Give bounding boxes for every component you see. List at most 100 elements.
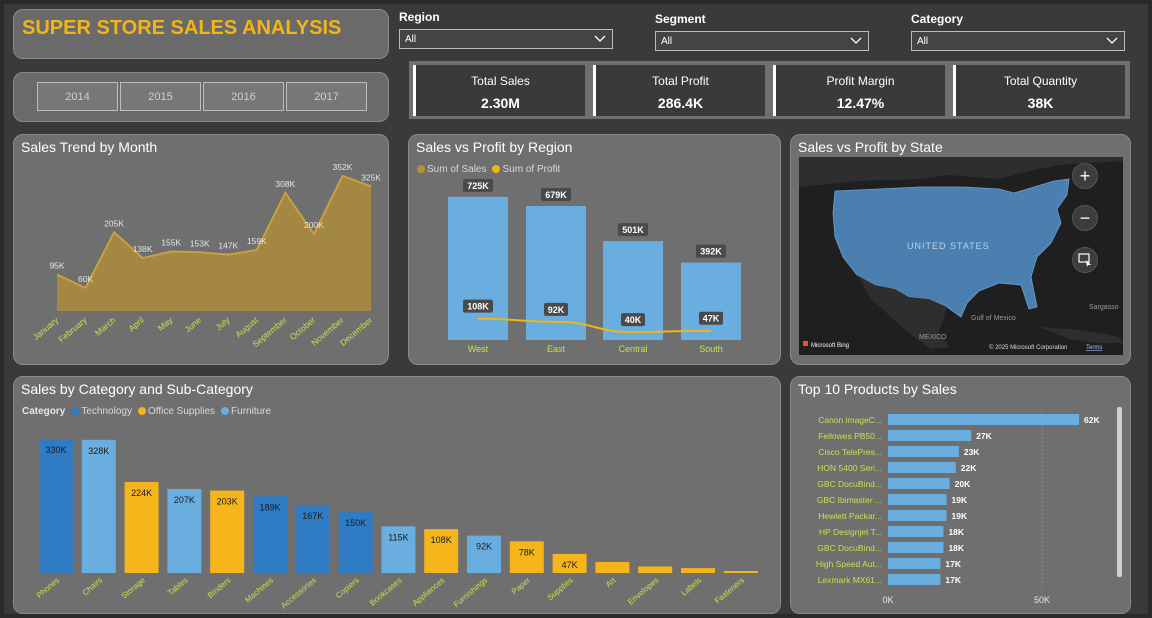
- category-axis-label: Accessories: [279, 576, 318, 611]
- category-dropdown[interactable]: All: [911, 31, 1125, 51]
- category-chart: 330K Phones 328K Chairs 224K Storage 207K Table…: [35, 439, 758, 611]
- top10-bar: [888, 478, 950, 489]
- top10-bar: [888, 446, 959, 457]
- region-category-label: East: [547, 344, 566, 354]
- region-panel: Sales vs Profit by Region Sum of Sales S…: [408, 134, 781, 365]
- kpi-profit-margin: Profit Margin 12.47%: [773, 65, 945, 116]
- kpi-total-quantity: Total Quantity 38K: [953, 65, 1125, 116]
- segment-slicer-label: Segment: [655, 12, 706, 26]
- category-slicer-label: Category: [911, 12, 964, 26]
- scroll-thumb[interactable]: [1117, 407, 1122, 577]
- bing-logo-icon: [803, 341, 808, 346]
- selection-icon: [1078, 253, 1091, 267]
- top10-bar: [888, 462, 956, 473]
- top10-product-label: GBC DocuBind...: [817, 479, 882, 489]
- trend-data-label: 147K: [218, 241, 238, 251]
- category-dropdown-value: All: [917, 36, 929, 47]
- category-value-label: 78K: [519, 547, 535, 557]
- trend-data-label: 325K: [361, 172, 381, 182]
- region-chart: 725K West 679K East 501K Central 392K South 108K…: [448, 178, 741, 354]
- region-slicer: Region All: [399, 10, 613, 49]
- top10-product-label: Lexmark MX61...: [818, 575, 882, 585]
- trend-month-label: July: [214, 314, 233, 332]
- kpi-value: 2.30M: [481, 95, 520, 111]
- trend-data-label: 153K: [190, 238, 210, 248]
- kpi-total-sales: Total Sales 2.30M: [413, 65, 585, 116]
- category-value-label: 115K: [388, 532, 408, 542]
- plus-icon: +: [1079, 165, 1091, 186]
- top10-scrollbar[interactable]: [1117, 407, 1122, 577]
- select-area-button[interactable]: [1072, 247, 1098, 273]
- region-profit-label: 40K: [625, 315, 642, 325]
- chevron-down-icon: [850, 37, 862, 44]
- year-button-2017[interactable]: 2017: [286, 82, 367, 111]
- trend-data-label: 60K: [78, 274, 93, 284]
- top10-panel: Top 10 Products by Sales Canon imageC...…: [790, 376, 1131, 614]
- kpi-label: Total Quantity: [1003, 74, 1078, 88]
- year-button-2015[interactable]: 2015: [120, 82, 201, 111]
- top10-value-label: 62K: [1084, 415, 1100, 425]
- map-bing-label: Microsoft Bing: [811, 343, 849, 349]
- year-button-2016[interactable]: 2016: [203, 82, 284, 111]
- category-axis-label: Paper: [510, 575, 532, 596]
- top10-product-label: GBC DocuBind...: [817, 543, 882, 553]
- trend-data-label: 205K: [104, 218, 124, 228]
- state-panel: Sales vs Profit by State UNITED STATES M…: [790, 134, 1131, 365]
- region-category-label: Central: [618, 344, 647, 354]
- category-axis-label: Appliances: [411, 576, 447, 608]
- year-slicer: 2014 2015 2016 2017: [13, 72, 389, 122]
- category-value-label: 330K: [45, 445, 66, 455]
- category-axis-label: Supplies: [546, 576, 575, 603]
- map-copyright: © 2025 Microsoft Corporation: [989, 344, 1067, 351]
- top10-bar: [888, 430, 972, 441]
- category-axis-label: Phones: [35, 576, 62, 600]
- category-axis-label: Copiers: [334, 576, 361, 601]
- region-dropdown[interactable]: All: [399, 29, 613, 49]
- top10-value-label: 17K: [945, 575, 961, 585]
- minus-icon: −: [1079, 207, 1091, 228]
- sales-trend-panel: Sales Trend by Month 95K January 60K Februa…: [13, 134, 389, 365]
- top10-value-label: 20K: [955, 479, 971, 489]
- segment-dropdown[interactable]: All: [655, 31, 869, 51]
- region-profit-line: [477, 317, 712, 334]
- top10-product-label: GBC Ibimaster ...: [817, 495, 882, 505]
- kpi-value: 38K: [1027, 95, 1054, 111]
- trend-month-label: March: [93, 315, 118, 338]
- kpi-row: Total Sales 2.30M Total Profit 286.4K Pr…: [409, 61, 1130, 119]
- segment-slicer: Segment All: [655, 12, 869, 51]
- category-value-label: 167K: [302, 511, 323, 521]
- top10-product-label: Cisco TelePres...: [818, 447, 882, 457]
- trend-data-label: 95K: [49, 261, 64, 271]
- region-category-label: West: [468, 344, 489, 354]
- top10-bar: [888, 414, 1079, 425]
- trend-data-label: 352K: [333, 162, 353, 172]
- map-terms-link[interactable]: Terms: [1086, 345, 1102, 351]
- map-sargasso-label: Sargasso: [1089, 304, 1119, 311]
- trend-data-label: 308K: [275, 179, 295, 189]
- region-category-label: South: [699, 344, 723, 354]
- region-profit-label: 108K: [467, 302, 489, 312]
- region-sales-label: 392K: [700, 247, 722, 257]
- top10-value-label: 27K: [976, 431, 992, 441]
- top10-product-label: Hewlett Packar...: [818, 511, 882, 521]
- state-map[interactable]: UNITED STATES MEXICO Gulf of Mexico Sarg…: [799, 157, 1123, 355]
- category-panel: Sales by Category and Sub-Category Categ…: [13, 376, 781, 614]
- region-sales-bar: [681, 262, 741, 340]
- category-bar: [723, 571, 758, 573]
- category-value-label: 328K: [88, 446, 109, 456]
- category-axis-label: Binders: [206, 576, 233, 600]
- category-value-label: 207K: [174, 495, 195, 505]
- region-sales-label: 501K: [622, 225, 644, 235]
- category-value-label: 189K: [259, 502, 280, 512]
- zoom-in-button[interactable]: +: [1072, 163, 1098, 189]
- region-dropdown-value: All: [405, 34, 417, 45]
- trend-month-label: April: [126, 315, 146, 334]
- region-sales-label: 725K: [467, 181, 489, 191]
- zoom-out-button[interactable]: −: [1072, 205, 1098, 231]
- year-button-2014[interactable]: 2014: [37, 82, 118, 111]
- top10-value-label: 19K: [952, 511, 968, 521]
- category-axis-label: Furnishings: [452, 576, 489, 609]
- category-value-label: 150K: [345, 518, 366, 528]
- category-axis-label: Machines: [243, 576, 275, 605]
- trend-area: [57, 175, 371, 311]
